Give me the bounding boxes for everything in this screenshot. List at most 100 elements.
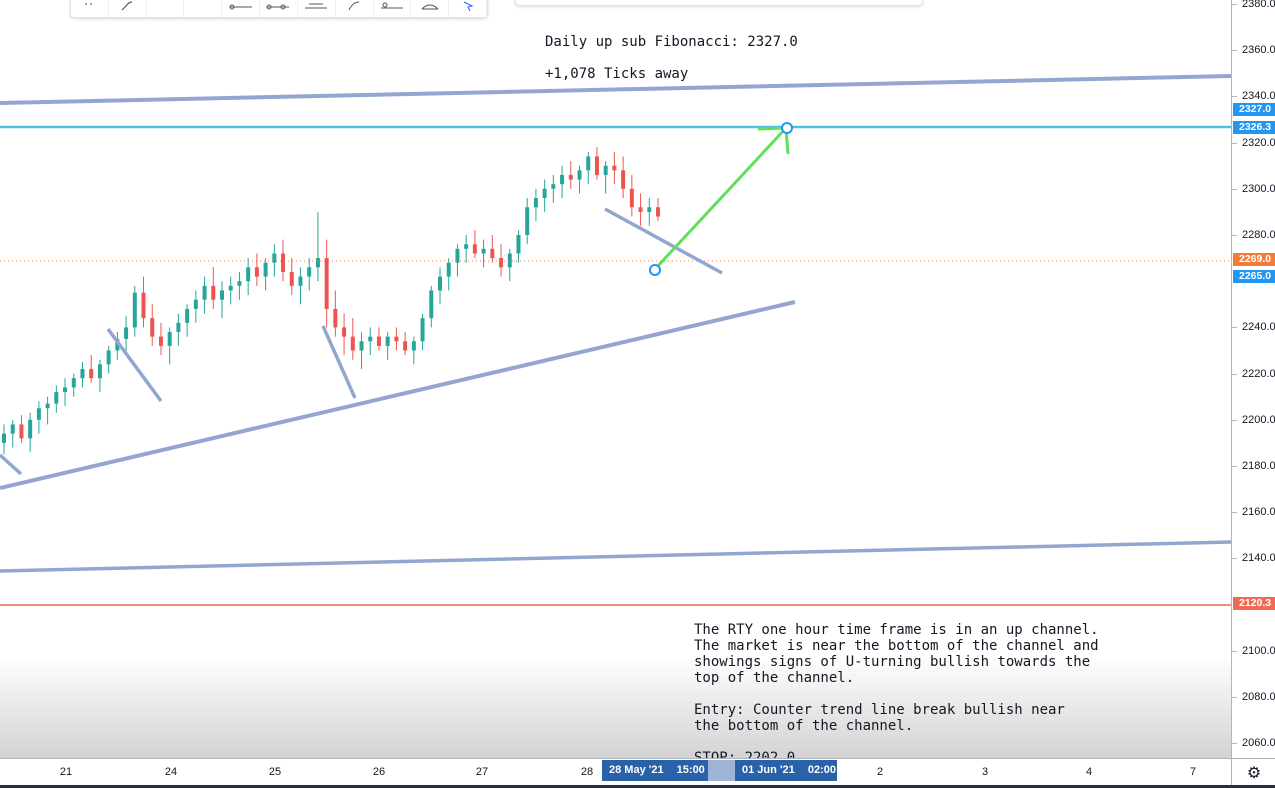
time-tick-label: 4 bbox=[1085, 766, 1093, 778]
toolbar-slot-3[interactable] bbox=[147, 0, 185, 17]
candle bbox=[246, 258, 251, 296]
candle bbox=[324, 239, 329, 328]
candles bbox=[2, 147, 660, 455]
time-tick-label: 24 bbox=[164, 766, 178, 778]
candle bbox=[472, 230, 477, 259]
candle bbox=[54, 385, 59, 413]
price-tick-label: 2140.0 bbox=[1232, 552, 1275, 565]
candle bbox=[385, 332, 390, 360]
candle bbox=[97, 359, 102, 393]
candle bbox=[228, 276, 233, 305]
time-tick-label: 21 bbox=[59, 766, 73, 778]
candle bbox=[202, 276, 207, 314]
candle bbox=[106, 345, 111, 374]
candle bbox=[603, 161, 608, 194]
candle bbox=[342, 313, 347, 356]
price-tick-label: 2160.0 bbox=[1232, 506, 1275, 519]
candle bbox=[289, 258, 294, 296]
time-tick-label: 27 bbox=[475, 766, 489, 778]
candle bbox=[594, 147, 599, 180]
counter-trendline-2[interactable] bbox=[106, 327, 163, 403]
candle bbox=[394, 327, 399, 351]
candle bbox=[455, 244, 460, 277]
price-tick-label: 2340.0 bbox=[1232, 90, 1275, 103]
counter-trendline-4[interactable] bbox=[604, 207, 723, 275]
candle bbox=[446, 258, 451, 291]
time-badge-hour: 15:00 bbox=[673, 764, 705, 776]
candle bbox=[211, 267, 216, 309]
price-axis[interactable]: 2380.0 2360.0 2340.0 2320.0 2300.0 2280.0 2240… bbox=[1231, 0, 1275, 758]
channel-bottom-line[interactable] bbox=[0, 540, 1231, 573]
candle bbox=[516, 230, 521, 263]
time-tick-label: 25 bbox=[268, 766, 282, 778]
price-badge: 2265.0 bbox=[1233, 269, 1275, 283]
candle bbox=[656, 198, 660, 222]
candle bbox=[158, 322, 163, 356]
candle bbox=[36, 401, 41, 434]
counter-trendline-1[interactable] bbox=[0, 453, 23, 476]
price-tick-label: 2180.0 bbox=[1232, 460, 1275, 472]
candle bbox=[481, 239, 486, 268]
candle bbox=[71, 373, 76, 397]
candle bbox=[464, 235, 469, 263]
candle bbox=[28, 412, 33, 453]
arrow-end-handle[interactable] bbox=[781, 122, 793, 134]
time-range-highlight bbox=[708, 760, 735, 781]
candle bbox=[542, 179, 547, 212]
candle bbox=[525, 198, 530, 245]
analysis-note: The RTY one hour time frame is in an up … bbox=[694, 622, 1099, 766]
candle bbox=[533, 188, 538, 222]
counter-trendline-3[interactable] bbox=[321, 325, 357, 399]
candle bbox=[586, 151, 591, 185]
candle bbox=[499, 244, 504, 277]
cursor-icon[interactable] bbox=[449, 0, 487, 17]
candle bbox=[551, 174, 556, 203]
price-badge: 2120.3 bbox=[1233, 596, 1275, 610]
toolbar-slot-4[interactable] bbox=[184, 0, 223, 17]
candle bbox=[176, 313, 181, 346]
candle bbox=[281, 239, 286, 282]
time-tick-label: 26 bbox=[372, 766, 386, 778]
price-tick-label: 2080.0 bbox=[1232, 691, 1275, 703]
time-badge-date: 28 May '21 bbox=[609, 764, 664, 776]
time-range-badge: 28 May '21 15:00 bbox=[602, 760, 708, 781]
price-tick-label: 2240.0 bbox=[1232, 321, 1275, 334]
line-tool-icon[interactable] bbox=[222, 0, 261, 17]
drawings[interactable] bbox=[0, 74, 1231, 606]
time-axis[interactable]: 21 24 25 26 27 28 2 3 4 7 28 May '21 15:00 01 Jun '… bbox=[0, 758, 1231, 786]
candle bbox=[560, 165, 565, 199]
inner-support-trendline[interactable] bbox=[0, 300, 796, 490]
object-toolbar bbox=[515, 0, 923, 6]
curve-tool-icon[interactable] bbox=[336, 0, 374, 17]
price-tick-label: 2300.0 bbox=[1232, 182, 1275, 195]
candle bbox=[647, 198, 652, 226]
candle bbox=[577, 165, 582, 194]
arrow-start-handle[interactable] bbox=[649, 264, 661, 276]
target-arrow[interactable] bbox=[654, 126, 788, 270]
price-tick-label: 2320.0 bbox=[1232, 136, 1275, 149]
candle bbox=[568, 161, 573, 189]
ticks-away-label: +1,078 Ticks away bbox=[545, 66, 689, 82]
price-tick-label: 2380.0 bbox=[1232, 0, 1275, 10]
arc-tool-icon[interactable] bbox=[411, 0, 450, 17]
price-badge: 2327.0 bbox=[1233, 103, 1275, 117]
drawing-toolbar bbox=[70, 0, 488, 18]
extended-line-icon[interactable] bbox=[298, 0, 336, 17]
brush-icon[interactable] bbox=[109, 0, 147, 17]
candle bbox=[350, 318, 355, 360]
candle bbox=[298, 267, 303, 305]
time-tick-label: 7 bbox=[1189, 766, 1197, 778]
candle bbox=[80, 362, 85, 388]
horizontal-ray-icon[interactable] bbox=[374, 0, 412, 17]
time-tick-label: 3 bbox=[981, 766, 989, 778]
candle bbox=[307, 258, 312, 291]
time-tick-label: 28 bbox=[580, 766, 594, 778]
price-tick-label: 2200.0 bbox=[1232, 413, 1275, 426]
drag-handle-icon[interactable] bbox=[71, 0, 109, 17]
ray-tool-icon[interactable] bbox=[260, 0, 298, 17]
candle bbox=[263, 258, 268, 291]
candle bbox=[220, 281, 224, 319]
candle bbox=[2, 424, 6, 455]
candle bbox=[507, 248, 512, 282]
settings-gear-icon[interactable]: ⚙ bbox=[1231, 758, 1275, 786]
